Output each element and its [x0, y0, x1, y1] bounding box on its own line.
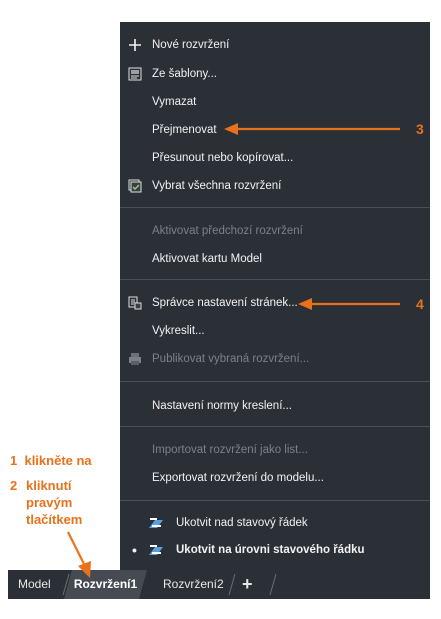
- dock-icon: [149, 518, 163, 528]
- layout-tab-bar: Model Rozvržení1 Rozvržení2 +: [8, 570, 430, 599]
- menu-item-label: Správce nastavení stránek...: [152, 297, 298, 309]
- dock-icon: [149, 545, 163, 555]
- callout-number-3: 3: [416, 121, 424, 137]
- plus-icon: [129, 39, 141, 51]
- menu-item-label: Exportovat rozvržení do modelu...: [152, 472, 324, 484]
- step-1-annotation: 1 klikněte na: [10, 452, 92, 469]
- menu-item-label: Vykreslit...: [152, 325, 205, 337]
- menu-separator: [120, 207, 430, 208]
- template-icon: [128, 67, 142, 81]
- step-2-annotation: 2 kliknutí pravým tlačítkem: [10, 477, 82, 527]
- menu-item-label: Importovat rozvržení jako list...: [152, 444, 308, 456]
- menu-separator: [120, 381, 430, 382]
- menu-item-label: Přejmenovat: [152, 124, 217, 136]
- tab-rozvrzeni1[interactable]: Rozvržení1: [64, 570, 147, 599]
- step-text-line: pravým: [26, 495, 73, 510]
- menu-item-dock-above-status[interactable]: Ukotvit nad stavový řádek: [120, 511, 430, 535]
- tab-divider: [228, 573, 236, 596]
- page-setup-icon: [128, 296, 142, 310]
- menu-item-move-copy[interactable]: Přesunout nebo kopírovat...: [120, 146, 430, 170]
- menu-item-delete[interactable]: Vymazat: [120, 90, 430, 114]
- menu-item-label: Ukotvit nad stavový řádek: [176, 517, 308, 529]
- tab-divider: [269, 573, 277, 596]
- layout-context-menu: Nové rozvržení Ze šablony... Vymazat Pře…: [120, 22, 430, 570]
- menu-item-label: Publikovat vybraná rozvržení...: [152, 353, 310, 365]
- menu-item-label: Aktivovat předchozí rozvržení: [152, 225, 303, 237]
- plus-icon: +: [242, 574, 253, 594]
- menu-item-label: Přesunout nebo kopírovat...: [152, 152, 294, 164]
- menu-item-rename[interactable]: Přejmenovat: [120, 118, 430, 142]
- add-layout-button[interactable]: +: [242, 570, 253, 599]
- callout-number-4: 4: [416, 296, 424, 312]
- step-number: 1: [10, 453, 18, 468]
- tab-rozvrzeni2[interactable]: Rozvržení2: [163, 570, 224, 599]
- step-text-line: tlačítkem: [26, 512, 83, 527]
- checked-bullet-icon: •: [132, 542, 137, 558]
- menu-item-export-layout[interactable]: Exportovat rozvržení do modelu...: [120, 466, 430, 490]
- menu-item-import-layout[interactable]: Importovat rozvržení jako list...: [120, 438, 430, 462]
- menu-separator: [120, 426, 430, 427]
- select-all-icon: [128, 179, 142, 193]
- step-number: 2: [10, 478, 18, 493]
- menu-item-label: Nastavení normy kreslení...: [152, 400, 292, 412]
- menu-item-label: Vybrat všechna rozvržení: [152, 180, 282, 192]
- menu-item-select-all[interactable]: Vybrat všechna rozvržení: [120, 174, 430, 198]
- tab-label: Rozvržení1: [73, 577, 138, 591]
- menu-item-drafting-standard[interactable]: Nastavení normy kreslení...: [120, 394, 430, 418]
- menu-item-label: Aktivovat kartu Model: [152, 253, 262, 265]
- menu-item-dock-at-status[interactable]: • Ukotvit na úrovni stavového řádku: [120, 538, 430, 562]
- menu-item-activate-previous[interactable]: Aktivovat předchozí rozvržení: [120, 219, 430, 243]
- step-text-line: kliknutí: [26, 478, 72, 493]
- menu-item-label: Ukotvit na úrovni stavového řádku: [176, 544, 365, 556]
- menu-separator: [120, 500, 430, 501]
- step-text: klikněte na: [24, 453, 92, 468]
- menu-item-label: Vymazat: [152, 96, 197, 108]
- menu-item-new-layout[interactable]: Nové rozvržení: [120, 33, 430, 57]
- tab-label: Model: [18, 577, 51, 591]
- menu-item-activate-model-tab[interactable]: Aktivovat kartu Model: [120, 247, 430, 271]
- callout-arrow-step: [67, 531, 86, 567]
- menu-item-label: Ze šablony...: [152, 68, 217, 80]
- tab-label: Rozvržení2: [163, 577, 224, 591]
- tab-model[interactable]: Model: [18, 570, 51, 599]
- menu-item-plot[interactable]: Vykreslit...: [120, 319, 430, 343]
- menu-item-label: Nové rozvržení: [152, 39, 230, 51]
- menu-item-page-setup-manager[interactable]: Správce nastavení stránek...: [120, 291, 430, 315]
- menu-separator: [120, 279, 430, 280]
- publish-icon: [129, 353, 141, 365]
- menu-item-publish-selected[interactable]: Publikovat vybraná rozvržení...: [120, 347, 430, 371]
- menu-item-from-template[interactable]: Ze šablony...: [120, 62, 430, 86]
